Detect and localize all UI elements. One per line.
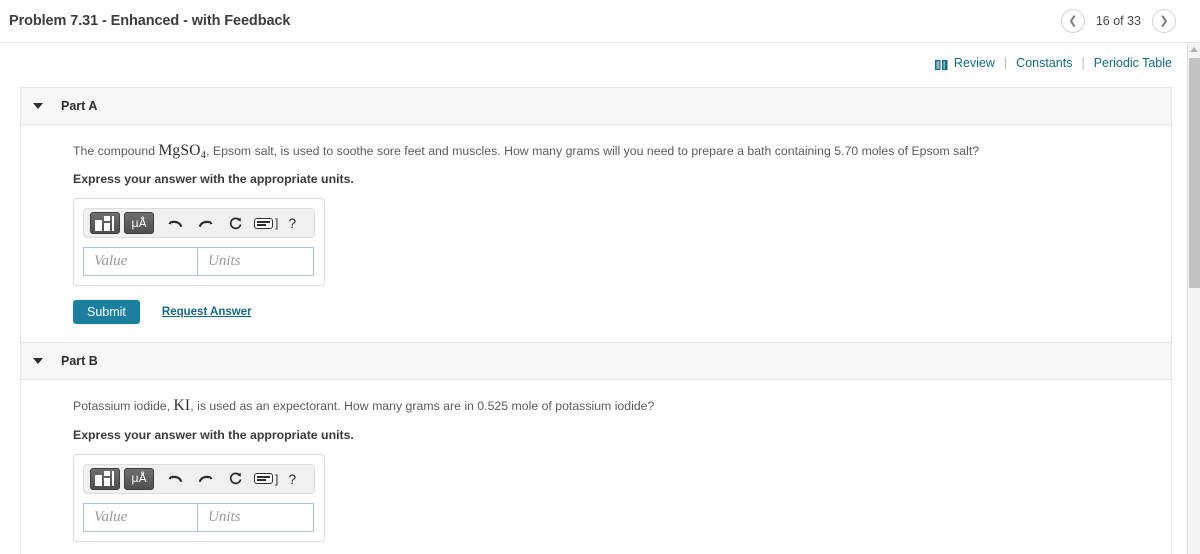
- part-b-answer-box: μÅ] ? Value Units: [73, 453, 325, 542]
- constants-link[interactable]: Constants: [1016, 56, 1072, 70]
- part-b-header[interactable]: Part B: [21, 343, 1171, 381]
- math-template-icon: [95, 471, 115, 486]
- micro-angstrom-icon: μÅ: [131, 470, 147, 485]
- math-template-button[interactable]: [90, 467, 120, 490]
- redo-button[interactable]: [192, 468, 218, 490]
- part-a-answer-box: μÅ] ? Value Units: [73, 198, 325, 287]
- units-placeholder: Units: [208, 253, 241, 270]
- undo-button[interactable]: [162, 468, 188, 490]
- reset-circular-arrow-icon: [229, 217, 241, 229]
- formula-main: KI: [173, 397, 191, 415]
- help-button[interactable]: ?: [288, 471, 296, 487]
- title-bar: Problem 7.31 - Enhanced - with Feedback …: [0, 0, 1200, 43]
- units-symbol-button[interactable]: μÅ: [124, 212, 154, 235]
- reset-button[interactable]: [222, 468, 248, 490]
- part-b-label: Part B: [61, 354, 98, 369]
- reset-circular-arrow-icon: [229, 472, 241, 485]
- problem-counter: 16 of 33: [1095, 14, 1141, 28]
- part-a-label: Part A: [61, 99, 98, 113]
- formula-subscript: 4: [200, 150, 207, 161]
- formula-main: MgSO: [158, 142, 201, 159]
- part-a-math-toolbar: μÅ] ?: [83, 208, 315, 239]
- keyboard-button[interactable]: ]: [254, 216, 278, 230]
- chevron-down-icon[interactable]: [33, 358, 43, 365]
- part-b-body: Potassium iodide, KI, is used as an expe…: [21, 380, 1171, 554]
- chemical-formula: KI: [173, 397, 190, 414]
- bracket-glyph: ]: [275, 216, 279, 231]
- value-placeholder: Value: [94, 253, 128, 270]
- question-text-pre: Potassium iodide,: [73, 399, 174, 414]
- redo-button[interactable]: [192, 212, 218, 234]
- chevron-right-icon: ❯: [1159, 14, 1169, 27]
- part-b-fields: Value Units: [83, 502, 315, 532]
- utility-links: Review | Constants | Periodic Table: [934, 56, 1172, 70]
- math-template-button[interactable]: [90, 212, 120, 235]
- scrollbar-thumb[interactable]: [1189, 58, 1200, 288]
- link-separator-1: |: [1003, 56, 1008, 70]
- keyboard-button[interactable]: ]: [254, 472, 278, 486]
- undo-arrow-icon: [167, 475, 182, 483]
- part-b-panel: Part B Potassium iodide, KI, is used as …: [20, 342, 1172, 554]
- part-a-instruction: Express your answer with the appropriate…: [73, 172, 354, 187]
- part-a-units-input[interactable]: Units: [197, 247, 314, 277]
- units-symbol-button[interactable]: μÅ: [124, 467, 154, 490]
- keyboard-icon: [254, 217, 273, 229]
- bracket-glyph: ]: [275, 471, 279, 486]
- part-a-header[interactable]: Part A: [21, 88, 1171, 125]
- problem-navigation: ❮ 16 of 33 ❯: [1060, 9, 1176, 33]
- undo-arrow-icon: [167, 220, 182, 227]
- question-text-post: , is used as an expectorant. How many gr…: [190, 399, 655, 414]
- page-title: Problem 7.31 - Enhanced - with Feedback: [9, 13, 291, 29]
- math-template-icon: [95, 215, 115, 231]
- part-a-submit-row: Submit Request Answer: [73, 300, 1171, 325]
- part-b-instruction: Express your answer with the appropriate…: [73, 427, 354, 442]
- help-button[interactable]: ?: [288, 215, 296, 231]
- scroll-up-arrow-icon[interactable]: [1190, 47, 1198, 52]
- part-b-value-input[interactable]: Value: [83, 502, 197, 532]
- part-a-panel: Part A The compound MgSO4, Epsom salt, i…: [20, 87, 1172, 343]
- chevron-left-icon: ❮: [1068, 14, 1078, 27]
- chemical-formula: MgSO4: [158, 142, 207, 161]
- units-placeholder: Units: [208, 508, 241, 525]
- redo-arrow-icon: [198, 475, 213, 483]
- value-placeholder: Value: [94, 508, 128, 525]
- reset-button[interactable]: [222, 212, 248, 234]
- question-text-pre: The compound: [73, 144, 159, 158]
- part-a-question: The compound MgSO4, Epsom salt, is used …: [73, 139, 1171, 162]
- part-a-fields: Value Units: [83, 247, 315, 277]
- link-separator-2: |: [1081, 56, 1085, 70]
- question-text-post: , Epsom salt, is used to soothe sore fee…: [206, 144, 980, 158]
- chevron-down-icon[interactable]: [33, 103, 43, 109]
- next-problem-button[interactable]: ❯: [1152, 9, 1176, 33]
- part-a-request-answer-link[interactable]: Request Answer: [162, 306, 252, 318]
- vertical-scrollbar[interactable]: [1187, 44, 1200, 554]
- part-b-units-input[interactable]: Units: [197, 502, 314, 532]
- part-b-math-toolbar: μÅ] ?: [83, 463, 315, 494]
- redo-arrow-icon: [198, 220, 213, 227]
- part-a-submit-button[interactable]: Submit: [73, 300, 140, 325]
- keyboard-icon: [254, 473, 273, 484]
- part-a-value-input[interactable]: Value: [83, 247, 197, 277]
- undo-button[interactable]: [162, 212, 188, 234]
- part-a-body: The compound MgSO4, Epsom salt, is used …: [21, 125, 1171, 342]
- prev-problem-button[interactable]: ❮: [1060, 9, 1085, 33]
- utility-bar: Review | Constants | Periodic Table: [0, 43, 1200, 87]
- book-icon: [934, 59, 948, 70]
- review-link[interactable]: Review: [954, 56, 995, 70]
- micro-angstrom-icon: μÅ: [131, 215, 147, 230]
- part-b-question: Potassium iodide, KI, is used as an expe…: [73, 394, 1171, 417]
- periodic-table-link[interactable]: Periodic Table: [1094, 56, 1172, 70]
